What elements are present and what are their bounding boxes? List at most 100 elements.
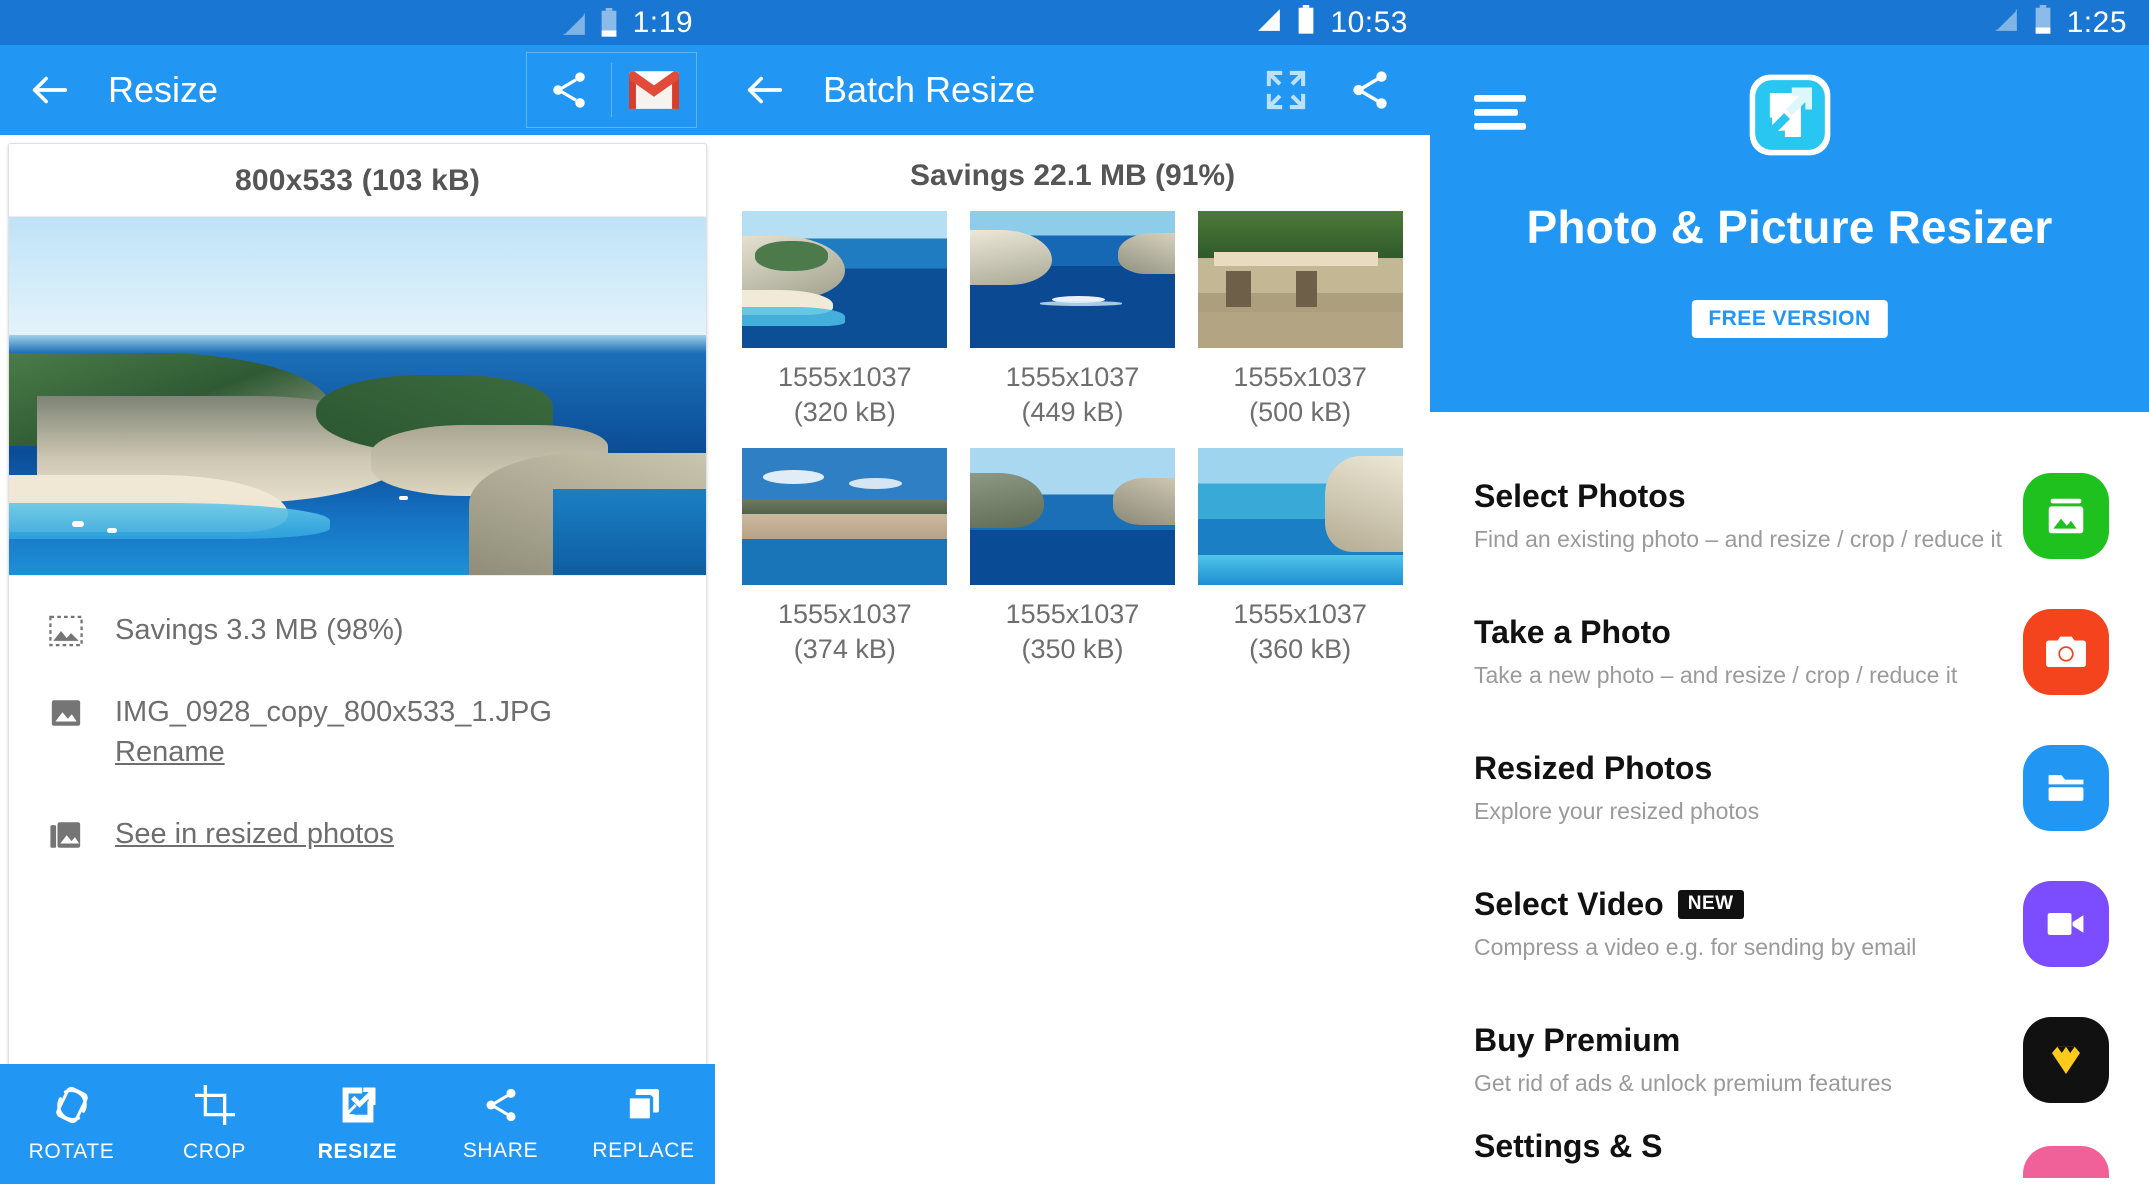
image-resize-icon (35, 610, 97, 648)
savings-text: Savings 3.3 MB (98%) (115, 614, 404, 646)
app-title: Photo & Picture Resizer (1526, 201, 2053, 253)
status-time: 10:53 (1330, 5, 1408, 39)
share-icon (481, 1085, 521, 1130)
batch-item[interactable]: 1555x1037 (360 kB) (1186, 448, 1414, 667)
rotate-icon (51, 1084, 93, 1131)
page-title: Batch Resize (823, 69, 1036, 110)
thumbnail-dimensions: 1555x1037 (1233, 362, 1367, 392)
menu-item-buy-premium[interactable]: Buy Premium Get rid of ads & unlock prem… (1430, 992, 2149, 1128)
resize-label: RESIZE (317, 1140, 398, 1163)
status-bar-panel1: 1:19 (0, 0, 715, 45)
batch-item[interactable]: 1555x1037 (320 kB) (731, 211, 959, 430)
menu-item-text: Resized Photos Explore your resized phot… (1474, 750, 2023, 825)
menu-item-text: Select Video NEW Compress a video e.g. f… (1474, 885, 2023, 961)
batch-item[interactable]: 1555x1037 (374 kB) (731, 448, 959, 667)
app-bar-panel1: Resize (0, 45, 715, 135)
menu-item-select-video[interactable]: Select Video NEW Compress a video e.g. f… (1430, 856, 2149, 992)
thumbnail-dimensions: 1555x1037 (1005, 599, 1140, 630)
thumbnail-dimensions: 1555x1037 (1005, 362, 1140, 392)
settings-icon[interactable] (2023, 1146, 2109, 1178)
thumbnail-size: (350 kB) (1021, 634, 1124, 665)
thumbnail-caption: 1555x1037 (449 kB) (1006, 360, 1140, 430)
share-icon[interactable] (1328, 52, 1412, 128)
menu-item-take-a-photo[interactable]: Take a Photo Take a new photo – and resi… (1430, 584, 2149, 720)
thumbnail-caption: 1555x1037 (500 kB) (1233, 360, 1367, 430)
status-time: 1:19 (632, 5, 693, 39)
menu-item-title: Select Photos (1474, 477, 2023, 514)
status-time: 1:25 (2066, 5, 2127, 39)
thumbnail-caption: 1555x1037 (374 kB) (778, 597, 912, 667)
batch-item[interactable]: 1555x1037 (350 kB) (959, 448, 1187, 667)
thumbnail-image[interactable] (1197, 211, 1403, 348)
rotate-label: ROTATE (28, 1140, 115, 1163)
menu-item-title: Take a Photo (1474, 613, 2023, 650)
menu-item-text: Buy Premium Get rid of ads & unlock prem… (1474, 1022, 2023, 1097)
compress-arrows-icon[interactable] (1244, 52, 1328, 128)
status-bar-panel3: 1:25 (1430, 0, 2149, 45)
camera-icon[interactable] (2023, 609, 2109, 695)
resize-button[interactable]: RESIZE (286, 1084, 429, 1164)
battery-low-icon (599, 7, 619, 38)
bottom-toolbar: ROTATE CROP RESIZE SHARE REPLACE (0, 1064, 715, 1184)
crop-label: CROP (182, 1140, 247, 1163)
appbar-action-group (526, 52, 697, 128)
crop-button[interactable]: CROP (143, 1084, 286, 1164)
thumbnail-caption: 1555x1037 (320 kB) (778, 360, 912, 430)
thumbnail-image[interactable] (969, 448, 1175, 586)
app-logo-icon (1746, 71, 1834, 159)
batch-item[interactable]: 1555x1037 (500 kB) (1186, 211, 1414, 430)
image-icon (35, 692, 97, 730)
rename-link[interactable]: Rename (115, 736, 225, 768)
back-arrow-icon[interactable] (733, 58, 797, 122)
thumbnail-size: (449 kB) (1021, 397, 1124, 428)
diamond-icon[interactable] (2023, 1017, 2109, 1103)
thumbnail-size: (360 kB) (1249, 634, 1352, 665)
info-row-see-in-resized: See in resized photos (9, 814, 706, 854)
batch-thumbnail-grid: 1555x1037 (320 kB) 1555x1037 (449 kB) 15… (715, 203, 1430, 685)
menu-item-subtitle: Get rid of ads & unlock premium features (1474, 1070, 1893, 1097)
image-dimensions-label: 800x533 (103 kB) (234, 164, 481, 197)
thumbnail-image[interactable] (742, 448, 948, 586)
gmail-icon[interactable] (612, 52, 696, 128)
batch-item[interactable]: 1555x1037 (449 kB) (959, 211, 1187, 430)
app-bar-panel2: Batch Resize (715, 45, 1430, 135)
thumbnail-image[interactable] (742, 211, 948, 348)
menu-item-title-text: Select Video (1474, 885, 1664, 922)
folder-icon[interactable] (2023, 745, 2109, 831)
menu-item-resized-photos[interactable]: Resized Photos Explore your resized phot… (1430, 720, 2149, 856)
see-in-resized-photos-link[interactable]: See in resized photos (115, 818, 394, 850)
replace-button[interactable]: REPLACE (572, 1085, 715, 1163)
rotate-button[interactable]: ROTATE (0, 1084, 143, 1164)
hamburger-menu-icon[interactable] (1474, 91, 1526, 135)
share-button[interactable]: SHARE (429, 1085, 572, 1163)
info-row-filename: IMG_0928_copy_800x533_1.JPG Rename (9, 692, 706, 772)
signal-full-icon (1256, 7, 1282, 38)
menu-item-title-text: Take a Photo (1474, 613, 1671, 650)
menu-item-title-text: Select Photos (1474, 477, 1686, 514)
thumbnail-image[interactable] (1197, 448, 1403, 586)
menu-item-title: Resized Photos (1474, 750, 2023, 786)
thumbnail-dimensions: 1555x1037 (778, 362, 912, 392)
status-bar-panel2: 10:53 (715, 0, 1430, 45)
thumbnail-dimensions: 1555x1037 (1233, 599, 1367, 630)
thumbnail-size: (374 kB) (793, 634, 896, 665)
video-icon[interactable] (2023, 881, 2109, 967)
menu-item-title-text: Settings & S (1474, 1128, 1663, 1164)
photo-library-icon (35, 814, 97, 852)
crop-icon (194, 1084, 236, 1131)
battery-full-icon (1296, 5, 1316, 40)
resize-info-list: Savings 3.3 MB (98%) IMG_0928_copy_800x5… (9, 576, 706, 854)
share-icon[interactable] (527, 52, 611, 128)
menu-item-text: Select Photos Find an existing photo – a… (1474, 477, 2023, 553)
three-phone-screenshots: 1:19 Resize 800x533 (103 kB) Savings 3.3… (0, 0, 2149, 1184)
home-header: Photo & Picture Resizer FREE VERSION (1430, 45, 2149, 412)
panel-resize-screen: 1:19 Resize 800x533 (103 kB) Savings 3.3… (0, 0, 715, 1184)
share-label: SHARE (462, 1139, 539, 1162)
thumbnail-image[interactable] (969, 211, 1175, 348)
menu-item-select-photos[interactable]: Select Photos Find an existing photo – a… (1430, 448, 2149, 584)
back-arrow-icon[interactable] (18, 58, 82, 122)
menu-item-settings-partial[interactable]: Settings & S (1430, 1128, 2149, 1178)
replace-icon (624, 1085, 664, 1130)
gallery-icon[interactable] (2023, 473, 2109, 559)
navagio-beach-photo[interactable] (9, 216, 706, 576)
